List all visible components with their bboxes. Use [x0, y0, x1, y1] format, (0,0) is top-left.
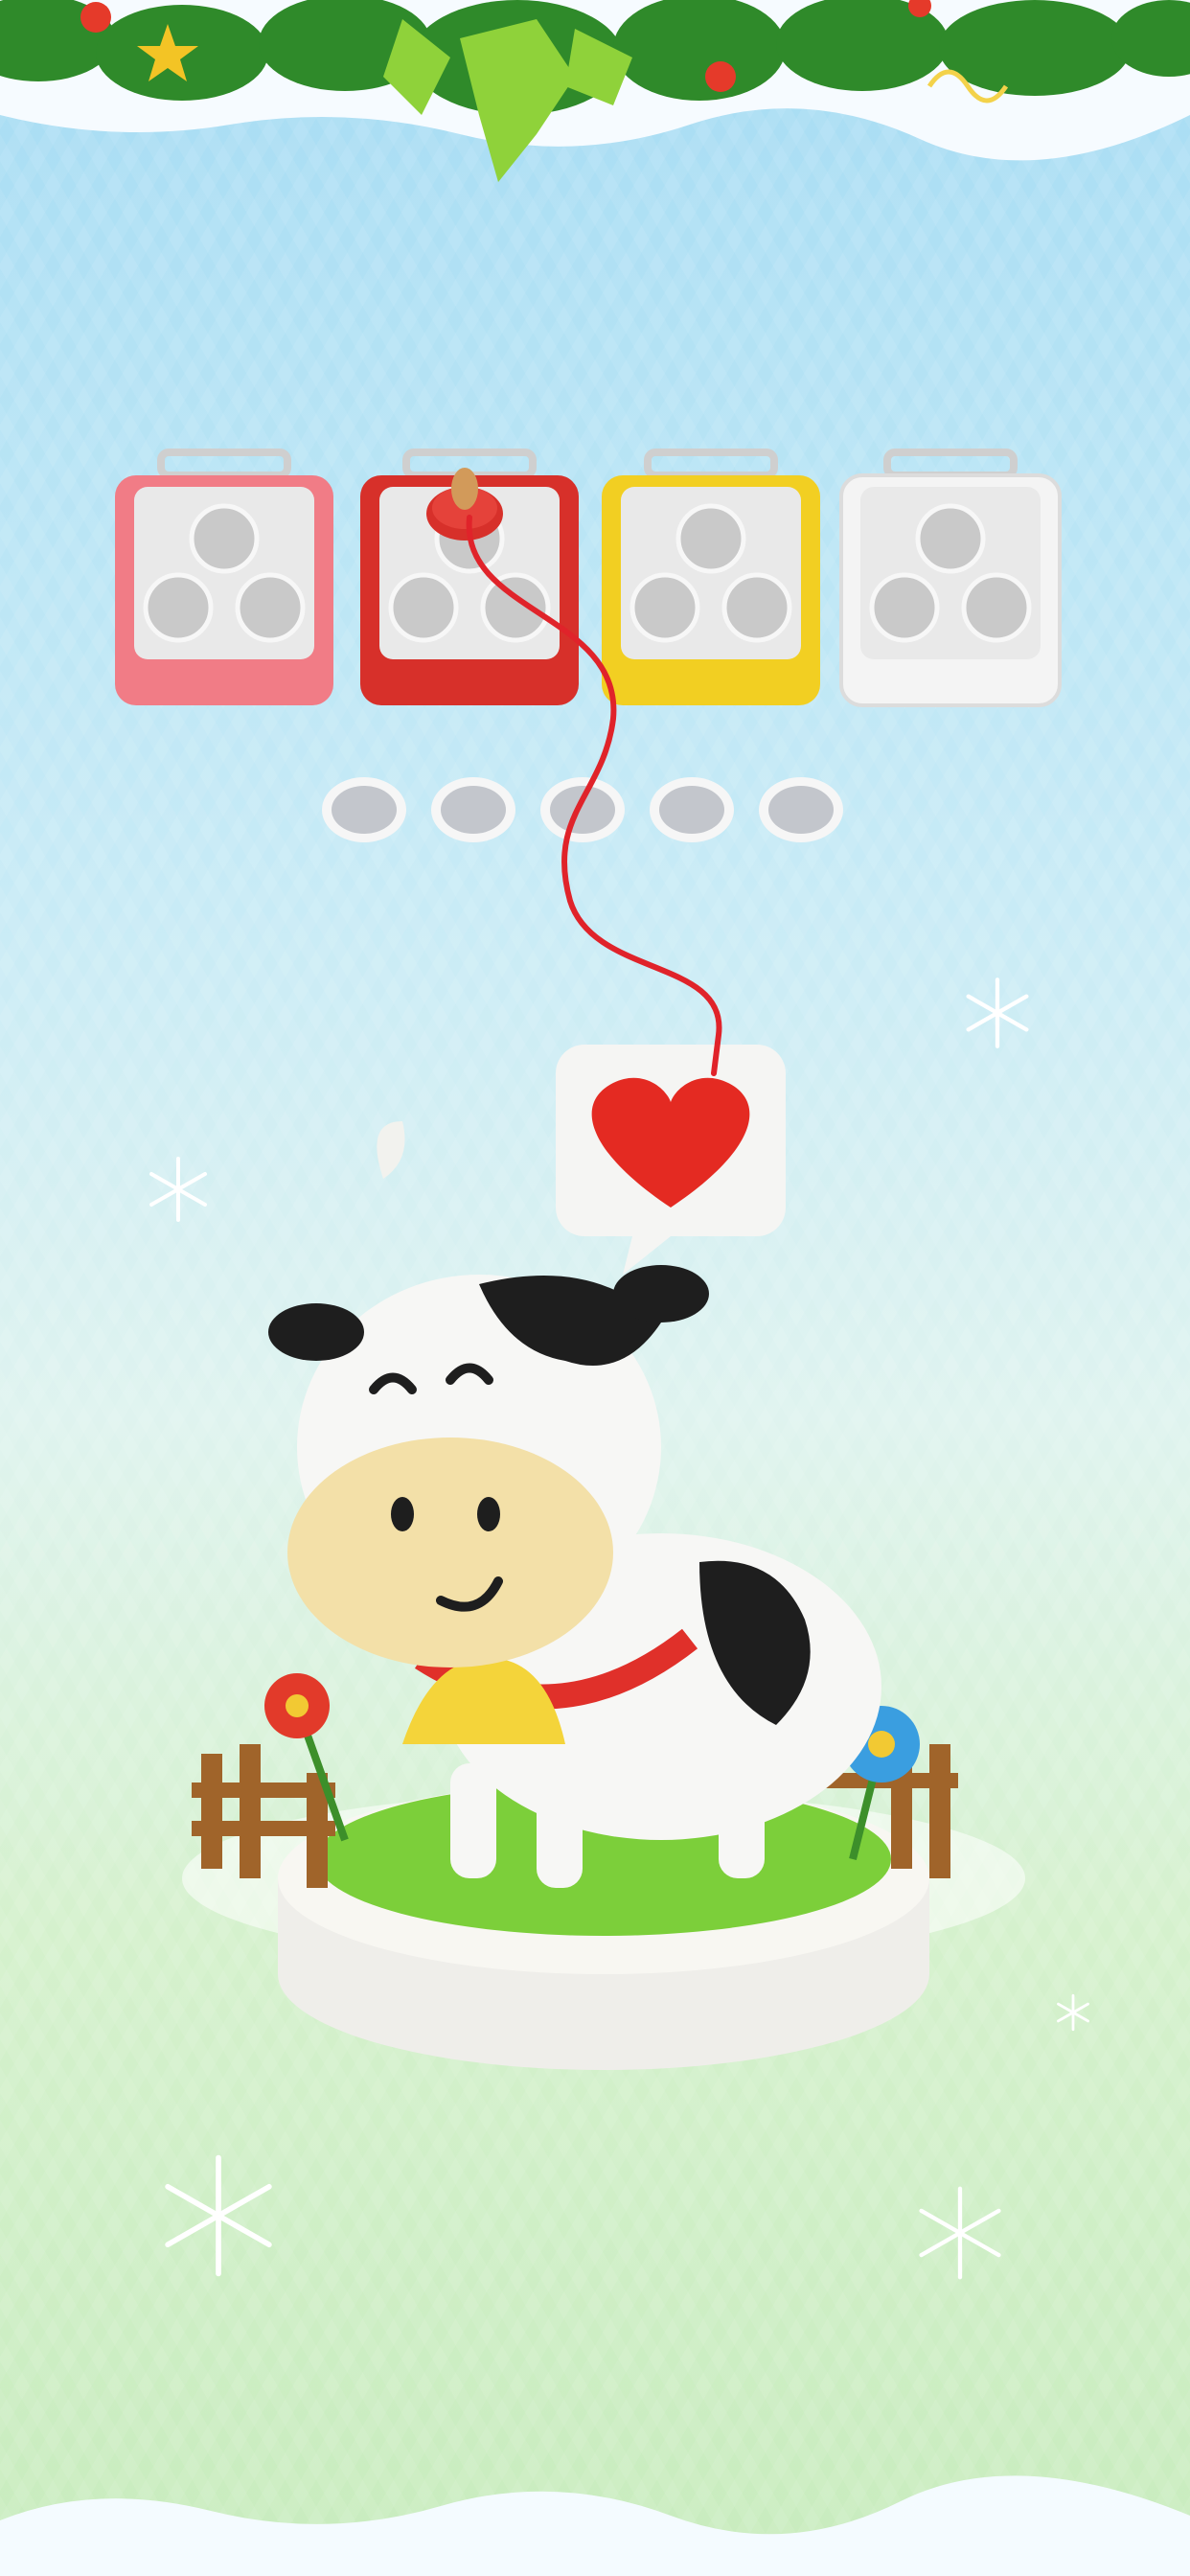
christmas-garland [0, 0, 1190, 192]
holding-slot-1[interactable] [318, 774, 410, 845]
yarn-cow-figure[interactable] [163, 1016, 1054, 2108]
red-yarn-thread [441, 498, 747, 1092]
holding-slot-5[interactable] [755, 774, 847, 845]
snow-ground [0, 2463, 1190, 2576]
snowflake-icon [910, 2183, 1010, 2283]
snowflake-icon [153, 2150, 284, 2281]
snowflake-icon [1054, 1993, 1092, 2032]
basket-white[interactable] [839, 448, 1062, 709]
basket-pink[interactable] [113, 448, 335, 709]
